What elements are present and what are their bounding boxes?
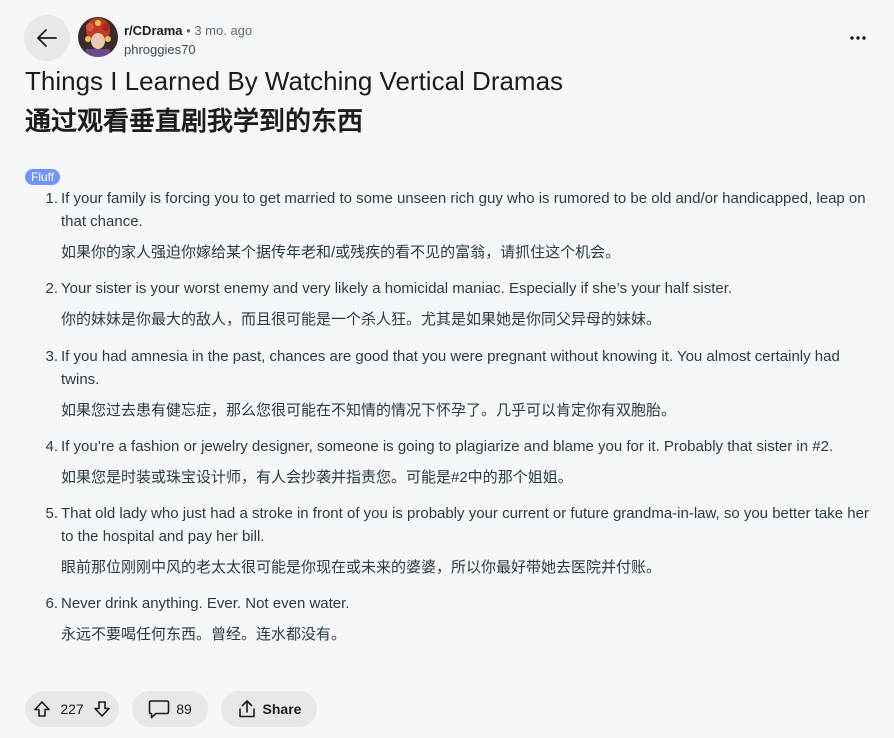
list-item-number: 6. — [45, 595, 58, 612]
list-item-text-en: If you’re a fashion or jewelry designer,… — [61, 438, 834, 455]
list-item-text-zh: 如果你的家人强迫你嫁给某个据传年老和/或残疾的看不见的富翁，请抓住这个机会。 — [61, 244, 621, 261]
downvote-arrow-icon — [94, 701, 110, 717]
more-options-button[interactable] — [844, 24, 872, 52]
comment-count: 89 — [176, 701, 192, 717]
vote-control: 227 — [25, 691, 119, 727]
list-item-text-zh: 你的妹妹是你最大的敌人，而且很可能是一个杀人狂。尤其是如果她是你同父异母的妹妹。 — [61, 311, 662, 328]
upvote-arrow-icon — [34, 701, 50, 717]
post-flair[interactable]: Fluff — [25, 169, 61, 185]
subreddit-avatar[interactable] — [78, 17, 118, 57]
post-meta: r/CDrama • 3 mo. ago phroggies70 — [124, 21, 252, 59]
upvote-button[interactable] — [33, 700, 51, 718]
list-item-text-en: That old lady who just had a stroke in f… — [61, 505, 869, 545]
more-dots-icon — [850, 36, 866, 40]
post-title-zh: 通过观看垂直剧我学到的东西 — [25, 106, 364, 136]
post-time: • 3 mo. ago — [186, 23, 253, 38]
share-icon — [238, 700, 255, 718]
post-title-en: Things I Learned By Watching Vertical Dr… — [25, 66, 564, 96]
list-item-number: 3. — [45, 348, 58, 365]
comment-bubble-icon — [148, 700, 170, 719]
list-item-text-en: Never drink anything. Ever. Not even wat… — [61, 595, 350, 612]
downvote-button[interactable] — [93, 700, 111, 718]
comments-button[interactable]: 89 — [132, 691, 208, 727]
post-actions-bar: 227 89 Share — [25, 691, 330, 727]
list-item-number: 4. — [45, 438, 58, 455]
list-item-number: 2. — [45, 280, 58, 297]
list-item-number: 5. — [45, 505, 58, 522]
list-item-text-zh: 如果您过去患有健忘症，那么您很可能在不知情的情况下怀孕了。几乎可以肯定你有双胞胎… — [61, 402, 677, 419]
list-item-text-zh: 永远不要喝任何东西。曾经。连水都没有。 — [61, 626, 347, 643]
list-item-text-en: If you had amnesia in the past, chances … — [61, 348, 840, 388]
share-label: Share — [262, 701, 302, 717]
back-button[interactable] — [24, 15, 70, 61]
back-arrow-icon — [37, 29, 57, 47]
list-item-number: 1. — [45, 190, 58, 207]
list-item-text-en: If your family is forcing you to get mar… — [61, 190, 866, 230]
vote-count: 227 — [60, 701, 84, 717]
share-button[interactable]: Share — [221, 691, 317, 727]
post-author[interactable]: phroggies70 — [124, 40, 252, 59]
list-item-text-zh: 如果您是时装或珠宝设计师，有人会抄袭并指责您。可能是#2中的那个姐姐。 — [61, 469, 573, 486]
list-item-text-en: Your sister is your worst enemy and very… — [61, 280, 733, 297]
subreddit-name[interactable]: r/CDrama — [124, 23, 183, 38]
list-item-text-zh: 眼前那位刚刚中风的老太太很可能是你现在或未来的婆婆，所以你最好带她去医院并付账。 — [61, 559, 662, 576]
